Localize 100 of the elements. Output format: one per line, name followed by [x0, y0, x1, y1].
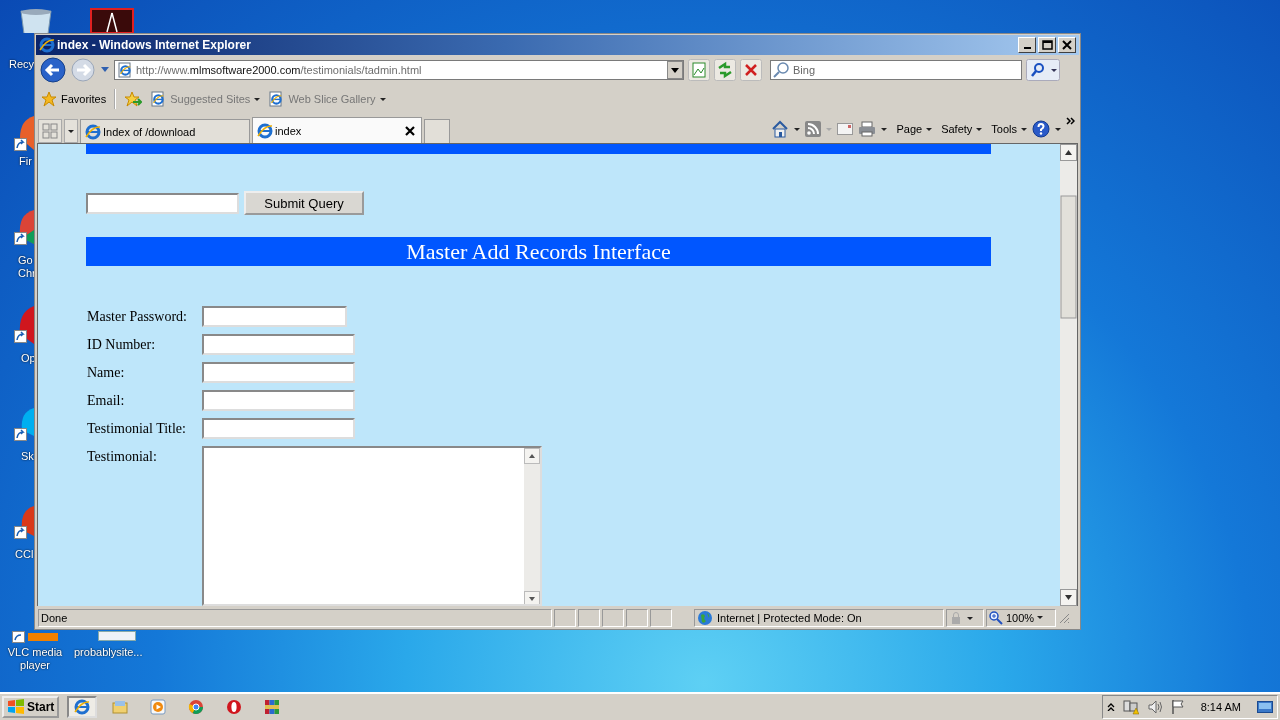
- search-field[interactable]: Bing: [770, 60, 1022, 81]
- compatibility-view-button[interactable]: [688, 59, 710, 82]
- page-icon: [150, 91, 167, 108]
- show-desktop-button[interactable]: [1257, 700, 1273, 714]
- caret-icon: [1021, 127, 1027, 131]
- caret-icon: [976, 127, 983, 131]
- text-input[interactable]: [202, 306, 347, 328]
- submit-button[interactable]: Submit Query: [244, 191, 364, 216]
- dropdown-button[interactable]: [667, 61, 683, 80]
- favorites-button[interactable]: Favorites: [41, 91, 107, 108]
- text-input[interactable]: [202, 362, 355, 384]
- status-text: Done: [38, 608, 552, 627]
- taskbar-app-icon[interactable]: [150, 699, 167, 715]
- icon-label: probablysite...: [74, 646, 144, 659]
- maximize-icon: [1040, 38, 1054, 51]
- url-text: http://www.mlmsoftware2000.com/testimonials/tadmin.html: [136, 64, 423, 77]
- icon-label: Recy: [9, 58, 36, 71]
- caret-icon[interactable]: [881, 127, 888, 131]
- home-icon[interactable]: [771, 120, 790, 139]
- scrollbar-icon: [524, 448, 540, 605]
- search-input[interactable]: [86, 192, 239, 214]
- help-icon[interactable]: [1032, 120, 1050, 139]
- search-icon: [773, 62, 789, 79]
- network-icon[interactable]: [1122, 699, 1139, 715]
- address-field[interactable]: http://www.mlmsoftware2000.com/testimonials/tadmin.html: [114, 60, 684, 81]
- resize-grip-icon[interactable]: [1058, 611, 1070, 624]
- taskbar-app-icon[interactable]: [264, 699, 281, 715]
- page-icon: [268, 91, 285, 108]
- taskbar-app-icon[interactable]: [188, 699, 205, 715]
- icon-label: CCl: [15, 548, 35, 561]
- star-icon: [41, 91, 57, 108]
- stop-button[interactable]: [740, 59, 762, 82]
- caret-icon: [1037, 616, 1044, 620]
- field-label: Testimonial:: [87, 448, 158, 467]
- icon-label: Go Chr: [18, 254, 34, 280]
- refresh-button[interactable]: [714, 59, 736, 82]
- chevron-icon[interactable]: [1066, 117, 1075, 126]
- status-pane: [578, 608, 600, 627]
- start-button[interactable]: Start: [2, 696, 60, 718]
- caret-icon[interactable]: [1055, 127, 1061, 131]
- field-label: Email:: [87, 392, 126, 411]
- field-label: ID Number:: [87, 336, 157, 355]
- scrollbar-icon[interactable]: [1060, 144, 1077, 607]
- chevron-up-icon[interactable]: [1106, 703, 1115, 711]
- security-zone[interactable]: Internet | Protected Mode: On: [694, 608, 944, 627]
- window-title: index - Windows Internet Explorer: [57, 37, 251, 52]
- close-tab-icon[interactable]: [405, 125, 415, 136]
- clock[interactable]: 8:14 AM: [1200, 701, 1241, 713]
- icon-label: VLC media player: [6, 646, 64, 672]
- status-pane: [626, 608, 648, 627]
- zoom-icon: [989, 610, 1003, 625]
- taskbar-app-button[interactable]: [67, 696, 98, 718]
- status-pane: [554, 608, 576, 627]
- minimize-button[interactable]: [1018, 36, 1036, 53]
- close-icon: [1060, 38, 1074, 51]
- tab-list-button[interactable]: [64, 119, 78, 144]
- field-label: Master Password:: [87, 308, 188, 327]
- app-shortcut-icon[interactable]: [90, 8, 134, 33]
- browser-tab[interactable]: Index of /download: [80, 119, 250, 144]
- close-button[interactable]: [1058, 36, 1076, 53]
- globe-icon: [697, 609, 713, 626]
- caret-icon[interactable]: [794, 127, 801, 131]
- field-label: Name:: [87, 364, 126, 383]
- flag-icon[interactable]: [1170, 699, 1185, 715]
- caret-icon: [926, 127, 933, 131]
- caret-icon: [379, 98, 386, 101]
- command-menu[interactable]: Page: [896, 123, 933, 136]
- lock-icon[interactable]: [949, 610, 973, 625]
- status-pane: [650, 608, 672, 627]
- ie-icon: [85, 123, 101, 140]
- text-input[interactable]: [202, 334, 355, 356]
- page-icon: [117, 62, 133, 79]
- ie-icon: [39, 36, 55, 53]
- icon-label: Op: [21, 352, 35, 365]
- command-menu[interactable]: Safety: [941, 123, 983, 136]
- browser-tab[interactable]: index: [252, 117, 422, 144]
- taskbar-app-icon[interactable]: [226, 699, 243, 715]
- text-input[interactable]: [202, 418, 355, 440]
- command-menu[interactable]: Tools: [991, 123, 1027, 136]
- icon-label: Fir: [19, 155, 33, 168]
- field-label: Testimonial Title:: [87, 420, 187, 439]
- maximize-button[interactable]: [1038, 36, 1056, 53]
- ie-icon: [257, 122, 273, 139]
- recycle-bin-icon[interactable]: [18, 8, 54, 33]
- zoom-control[interactable]: 100%: [986, 608, 1056, 627]
- search-button[interactable]: [1026, 59, 1060, 82]
- add-favorite-icon[interactable]: [124, 91, 143, 108]
- app-shortcut-icon[interactable]: [14, 304, 34, 344]
- caret-icon: [826, 127, 833, 131]
- mail-icon[interactable]: [837, 123, 854, 136]
- printer-icon[interactable]: [858, 121, 877, 138]
- speaker-icon[interactable]: [1146, 699, 1163, 715]
- status-pane: [602, 608, 624, 627]
- minimize-icon: [1024, 46, 1031, 49]
- text-input[interactable]: [202, 390, 355, 412]
- windows-logo-icon: [7, 699, 25, 715]
- quick-tabs-button[interactable]: [38, 119, 62, 144]
- back-button[interactable]: [40, 57, 66, 84]
- new-tab-button[interactable]: [424, 119, 450, 144]
- caret-icon: [254, 98, 261, 101]
